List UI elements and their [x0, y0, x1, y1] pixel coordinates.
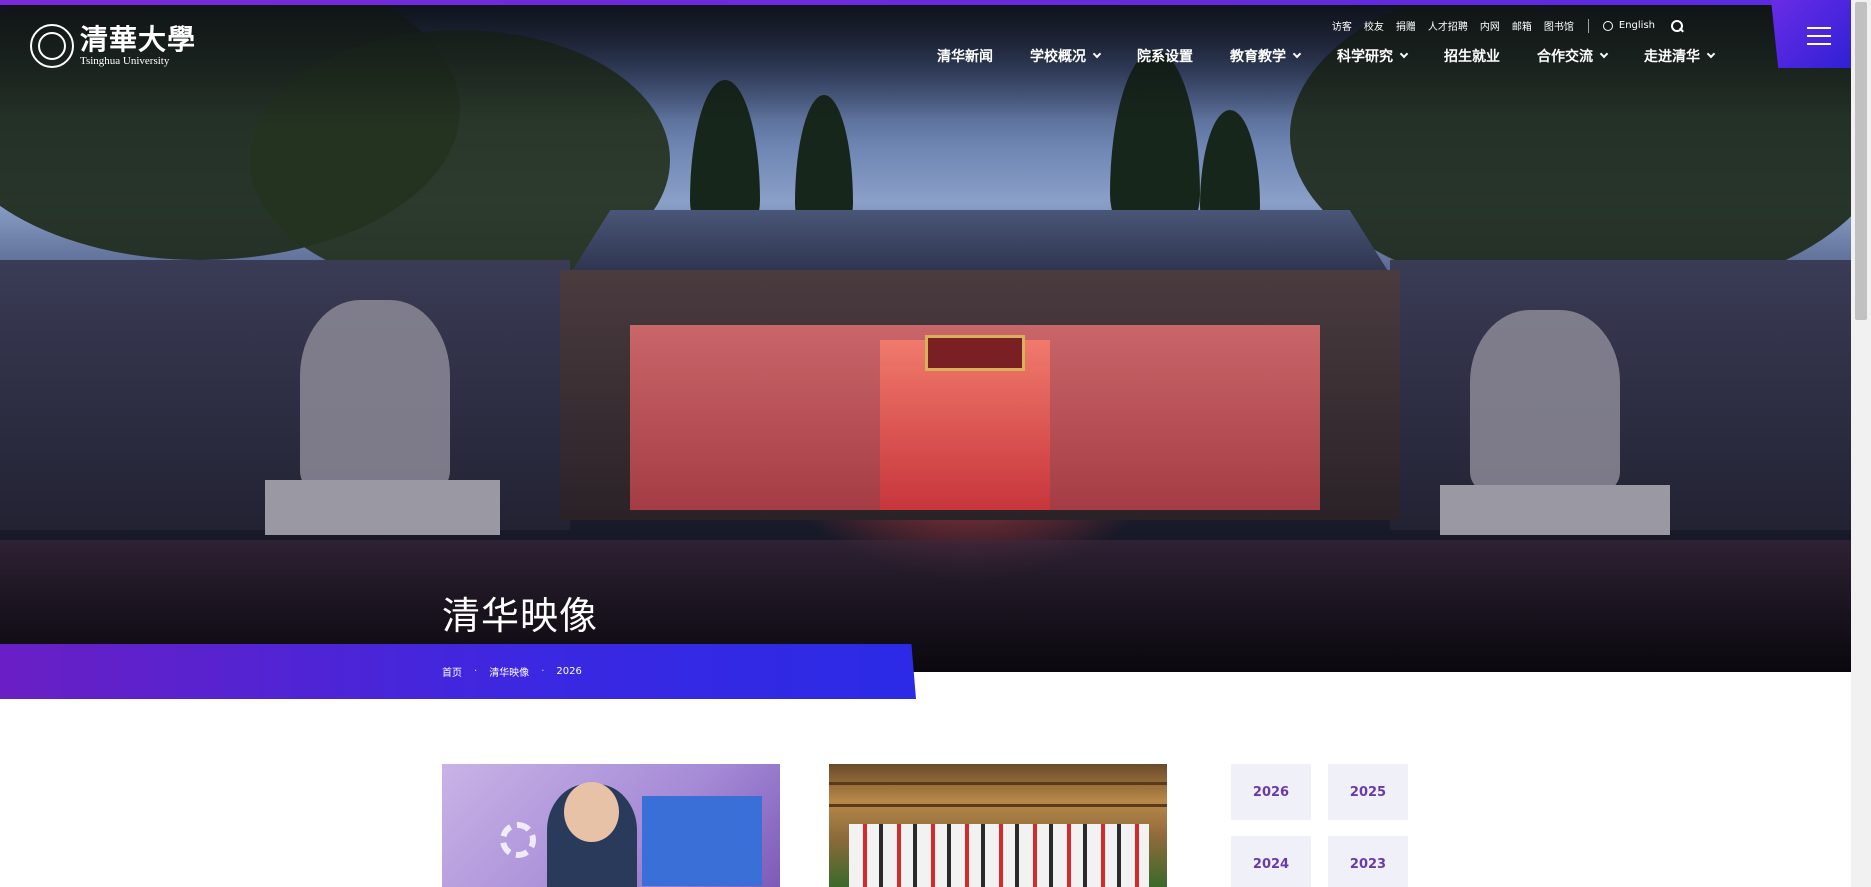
breadcrumb-home[interactable]: 首页: [442, 664, 462, 679]
person-face: [564, 782, 619, 842]
hamburger-icon: [1807, 27, 1831, 51]
chevron-down-icon: [1292, 49, 1302, 59]
language-switch[interactable]: English: [1602, 20, 1655, 31]
logo-name-en: Tsinghua University: [80, 55, 170, 67]
util-link-email[interactable]: 邮箱: [1512, 18, 1532, 33]
bookshelf: [829, 804, 1167, 807]
nav-item-news[interactable]: 清华新闻: [937, 46, 993, 66]
page-title: 清华映像: [442, 594, 599, 638]
language-label: English: [1618, 20, 1655, 31]
search-icon[interactable]: [1671, 19, 1683, 32]
util-link-library[interactable]: 图书馆: [1544, 18, 1574, 33]
year-button-2025[interactable]: 2025: [1328, 764, 1408, 820]
seal-icon: [30, 24, 74, 68]
menu-button[interactable]: [1771, 0, 1851, 68]
scrollbar[interactable]: [1851, 0, 1871, 887]
util-link-careers[interactable]: 人才招聘: [1428, 18, 1468, 33]
page: 清華大學 Tsinghua University 访客 校友 捐赠 人才招聘 内…: [0, 0, 1871, 887]
chevron-down-icon: [1599, 49, 1609, 59]
stone-lion-right: [1470, 310, 1620, 490]
gallery-card-1[interactable]: [442, 764, 780, 887]
chevron-down-icon: [1399, 49, 1409, 59]
chevron-down-icon: [1706, 49, 1716, 59]
gate-plaque: [925, 335, 1025, 371]
breadcrumb-separator: ·: [474, 666, 478, 677]
chevron-down-icon: [1092, 49, 1102, 59]
breadcrumb: 首页 · 清华映像 · 2026: [442, 664, 582, 679]
util-link-intranet[interactable]: 内网: [1480, 18, 1500, 33]
globe-icon: [1602, 20, 1613, 31]
group-photo: [849, 824, 1149, 887]
gallery-card-2[interactable]: [829, 764, 1167, 887]
util-link-visitors[interactable]: 访客: [1332, 18, 1352, 33]
scrollbar-thumb[interactable]: [1855, 2, 1867, 320]
nav-item-overview[interactable]: 学校概况: [1030, 46, 1102, 66]
lion-pedestal: [265, 480, 500, 535]
bookshelf: [829, 782, 1167, 785]
university-logo[interactable]: 清華大學 Tsinghua University: [30, 24, 196, 68]
breadcrumb-separator: ·: [541, 666, 545, 677]
year-button-2026[interactable]: 2026: [1231, 764, 1311, 820]
logo-name-cn: 清華大學: [80, 23, 197, 56]
event-photo: [642, 796, 762, 886]
lion-pedestal: [1440, 485, 1670, 535]
nav-item-research[interactable]: 科学研究: [1337, 46, 1409, 66]
top-accent-bar: [0, 0, 1851, 5]
breadcrumb-current: 2026: [556, 666, 582, 677]
nav-item-cooperation[interactable]: 合作交流: [1537, 46, 1609, 66]
util-link-alumni[interactable]: 校友: [1364, 18, 1384, 33]
hero-banner: 清華大學 Tsinghua University 访客 校友 捐赠 人才招聘 内…: [0, 0, 1851, 672]
year-button-2023[interactable]: 2023: [1328, 836, 1408, 887]
gear-graphic: [500, 822, 536, 858]
nav-item-education[interactable]: 教育教学: [1230, 46, 1302, 66]
breadcrumb-section[interactable]: 清华映像: [489, 664, 529, 679]
util-link-donate[interactable]: 捐赠: [1396, 18, 1416, 33]
stone-lion-left: [300, 300, 450, 490]
nav-item-admissions[interactable]: 招生就业: [1444, 46, 1500, 66]
nav-item-departments[interactable]: 院系设置: [1137, 46, 1193, 66]
utility-links: 访客 校友 捐赠 人才招聘 内网 邮箱 图书馆 English: [1320, 18, 1683, 33]
divider: [1587, 18, 1589, 33]
main-nav: 清华新闻 学校概况 院系设置 教育教学 科学研究 招生就业 合作交流 走进清华: [937, 46, 1751, 66]
year-button-2024[interactable]: 2024: [1231, 836, 1311, 887]
nav-item-about[interactable]: 走进清华: [1644, 46, 1716, 66]
